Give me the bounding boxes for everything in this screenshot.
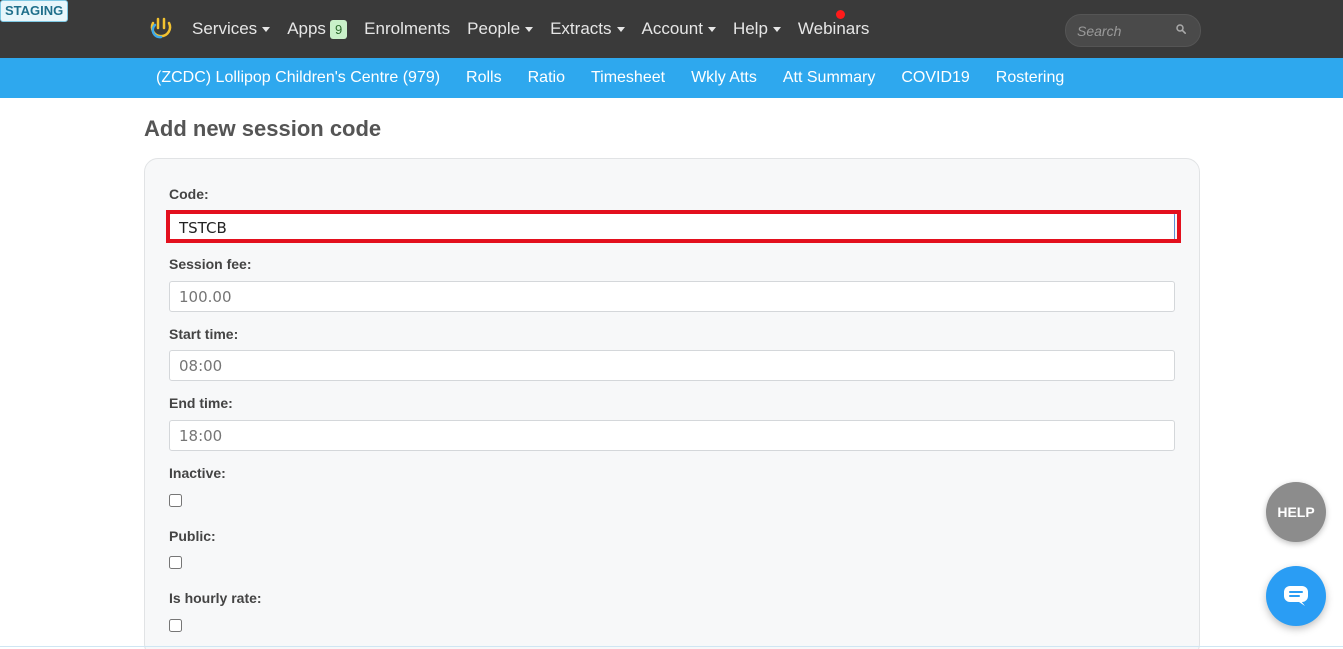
- help-button[interactable]: HELP: [1266, 482, 1326, 542]
- subnav-rostering[interactable]: Rostering: [996, 69, 1064, 87]
- nav-enrolments[interactable]: Enrolments: [364, 19, 450, 39]
- inactive-checkbox[interactable]: [169, 494, 182, 507]
- notification-dot: [836, 10, 845, 19]
- search-input[interactable]: [1066, 22, 1166, 39]
- subnav-ratio[interactable]: Ratio: [528, 69, 565, 87]
- app-logo-icon[interactable]: [149, 15, 173, 41]
- start-time-input[interactable]: [169, 350, 1175, 381]
- nav-services[interactable]: Services: [192, 19, 271, 39]
- session-code-form: Code: Session fee: Start time: End time:…: [144, 158, 1200, 649]
- subnav-covid19[interactable]: COVID19: [901, 69, 969, 87]
- nav-help[interactable]: Help: [733, 19, 781, 39]
- chevron-down-icon: [262, 26, 271, 32]
- subnav-timesheet[interactable]: Timesheet: [591, 69, 665, 87]
- public-checkbox[interactable]: [169, 556, 182, 569]
- chat-button[interactable]: [1266, 566, 1326, 626]
- apps-count-badge: 9: [329, 19, 348, 39]
- chevron-down-icon: [772, 26, 781, 32]
- end-time-label: End time:: [169, 395, 233, 411]
- subnav-att-summary[interactable]: Att Summary: [783, 69, 875, 87]
- nav-webinars[interactable]: Webinars: [798, 19, 870, 39]
- code-label: Code:: [169, 186, 209, 202]
- subnav-centre[interactable]: (ZCDC) Lollipop Children's Centre (979): [156, 69, 440, 87]
- search-box: [1065, 14, 1201, 47]
- bottom-divider: [0, 646, 1343, 647]
- hourly-rate-label: Is hourly rate:: [169, 590, 262, 606]
- nav-extracts[interactable]: Extracts: [550, 19, 625, 39]
- session-fee-input[interactable]: [169, 281, 1175, 312]
- nav-apps[interactable]: Apps 9: [287, 19, 348, 39]
- code-input[interactable]: [169, 212, 1175, 243]
- search-icon[interactable]: [1176, 24, 1186, 34]
- public-label: Public:: [169, 528, 216, 544]
- subnav-rolls[interactable]: Rolls: [466, 69, 502, 87]
- nav-account[interactable]: Account: [642, 19, 716, 39]
- inactive-label: Inactive:: [169, 465, 226, 481]
- start-time-label: Start time:: [169, 326, 239, 342]
- hourly-rate-checkbox[interactable]: [169, 619, 182, 632]
- session-fee-label: Session fee:: [169, 256, 252, 272]
- chevron-down-icon: [707, 26, 716, 32]
- chevron-down-icon: [616, 26, 625, 32]
- page-title: Add new session code: [144, 116, 382, 141]
- end-time-input[interactable]: [169, 420, 1175, 451]
- nav-people[interactable]: People: [467, 19, 534, 39]
- top-navbar: Services Apps 9 Enrolments People Extrac…: [0, 0, 1343, 58]
- main-nav: Services Apps 9 Enrolments People Extrac…: [192, 0, 886, 58]
- centre-subnav: (ZCDC) Lollipop Children's Centre (979) …: [0, 58, 1343, 98]
- subnav-wkly-atts[interactable]: Wkly Atts: [691, 69, 757, 87]
- chevron-down-icon: [525, 26, 534, 32]
- chat-icon: [1284, 586, 1308, 606]
- staging-badge: STAGING: [0, 0, 69, 22]
